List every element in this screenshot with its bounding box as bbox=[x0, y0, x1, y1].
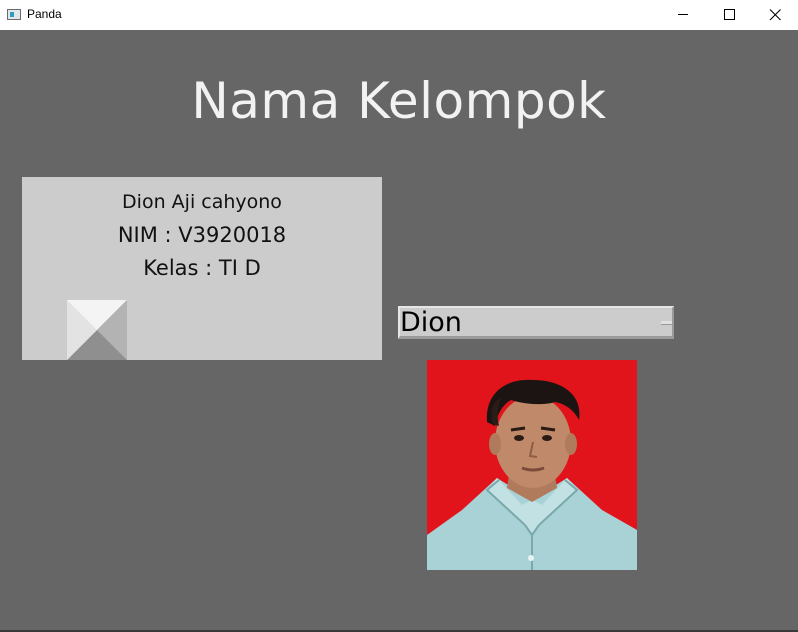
minimize-button[interactable] bbox=[660, 0, 706, 30]
dropdown-arrow-icon[interactable] bbox=[661, 321, 672, 325]
member-nim: NIM : V3920018 bbox=[117, 223, 287, 247]
member-name: Dion Aji cahyono bbox=[122, 191, 282, 213]
window-title: Panda bbox=[27, 7, 62, 21]
member-select-dropdown[interactable]: Dion bbox=[398, 306, 674, 339]
maximize-icon bbox=[724, 9, 735, 20]
page-title: Nama Kelompok bbox=[191, 72, 607, 130]
close-icon bbox=[769, 9, 781, 21]
member-select-value: Dion bbox=[400, 307, 462, 338]
title-bar[interactable]: Panda bbox=[0, 0, 798, 30]
main-canvas: Nama Kelompok Dion Aji cahyono NIM : V39… bbox=[0, 30, 798, 630]
member-class: Kelas : TI D bbox=[143, 256, 261, 280]
member-info-panel: Dion Aji cahyono NIM : V3920018 Kelas : … bbox=[22, 177, 382, 360]
portrait-image bbox=[427, 360, 637, 570]
member-photo bbox=[427, 360, 637, 570]
app-window: Panda Nama Kelompok Dion Aji cahyono NIM… bbox=[0, 0, 798, 632]
close-button[interactable] bbox=[752, 0, 798, 30]
minimize-icon bbox=[678, 14, 688, 15]
maximize-button[interactable] bbox=[706, 0, 752, 30]
panda-app-icon bbox=[7, 9, 21, 20]
broken-image-icon bbox=[67, 300, 127, 360]
